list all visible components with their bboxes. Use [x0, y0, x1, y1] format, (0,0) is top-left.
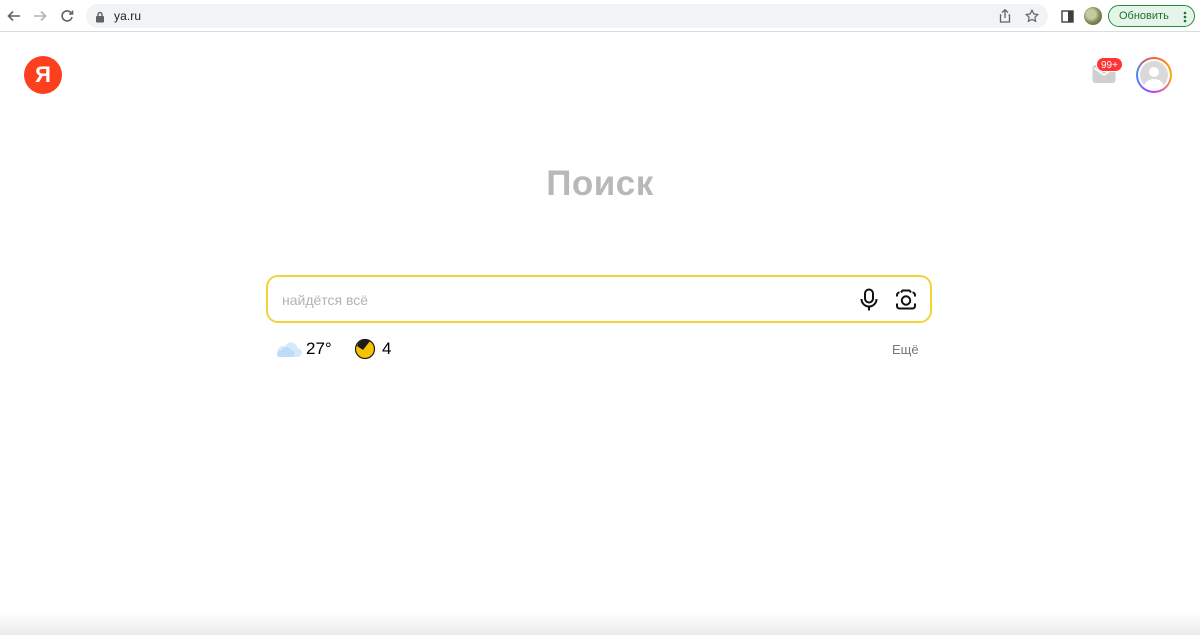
side-panel-icon[interactable]: [1058, 7, 1076, 25]
browser-toolbar: ya.ru Обновить: [0, 0, 1200, 32]
back-button[interactable]: [4, 6, 24, 26]
address-bar[interactable]: ya.ru: [86, 4, 1048, 28]
browser-profile-avatar[interactable]: [1084, 7, 1102, 25]
info-bar: 27° 4 Ещё: [274, 336, 924, 362]
microphone-icon[interactable]: [858, 288, 880, 312]
cloud-icon: [277, 342, 302, 358]
yandex-logo[interactable]: Я: [24, 56, 62, 94]
weather-temperature[interactable]: 27°: [306, 339, 332, 359]
lock-icon[interactable]: [95, 10, 105, 28]
user-avatar[interactable]: [1136, 57, 1172, 93]
address-url[interactable]: ya.ru: [114, 9, 141, 23]
reload-icon: [61, 10, 74, 22]
logo-letter: Я: [35, 62, 51, 87]
camera-search-icon[interactable]: [894, 288, 918, 312]
search-input[interactable]: [282, 289, 842, 311]
page-title: Поиск: [546, 164, 654, 203]
mail-badge[interactable]: 99+: [1096, 57, 1123, 72]
arrow-left-icon: [7, 10, 20, 22]
update-label: Обновить: [1119, 10, 1169, 22]
traffic-icon: [354, 338, 376, 360]
bottom-shadow: [0, 612, 1200, 635]
reload-button[interactable]: [57, 6, 77, 26]
kebab-menu-icon[interactable]: [1183, 10, 1187, 28]
share-icon[interactable]: [998, 9, 1012, 23]
arrow-right-icon: [34, 10, 47, 22]
traffic-score[interactable]: 4: [382, 339, 391, 359]
more-link[interactable]: Ещё: [892, 342, 919, 357]
update-button[interactable]: Обновить: [1108, 5, 1195, 27]
search-box[interactable]: [266, 275, 932, 323]
avatar-placeholder-icon: [1140, 61, 1168, 89]
forward-button[interactable]: [30, 6, 50, 26]
star-icon[interactable]: [1025, 9, 1039, 23]
